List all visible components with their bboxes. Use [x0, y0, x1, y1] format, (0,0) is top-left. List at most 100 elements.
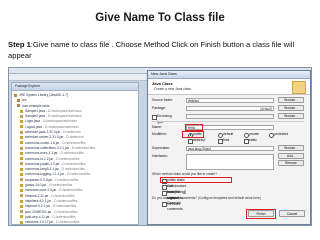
finish-highlight — [246, 208, 276, 219]
tree-item-label: Sample1.java — [25, 108, 45, 113]
package-icon — [17, 98, 20, 102]
tree-item-path: - D:/selenium/libs — [40, 225, 66, 226]
tree-item-label: commons-collections-3.2.1.jar — [25, 145, 69, 150]
tree-item-path: - D:/selenium/libs — [49, 204, 77, 209]
tree-item-path: - D:/selenium — [63, 135, 84, 140]
stubs-question: Which method stubs would you like to cre… — [152, 172, 217, 176]
final-label: final — [223, 138, 230, 142]
jar-icon — [20, 157, 23, 161]
jar-icon — [20, 204, 23, 208]
tree-item-path: - D:/selenium/libs — [53, 156, 80, 161]
tree-item-label: commons-codec-1.6.jar — [25, 140, 60, 145]
enclosing-browse-button[interactable]: Browse... — [278, 113, 304, 119]
source-folder-label: Source folder: — [152, 98, 174, 102]
slide-title: Give Name To Class file — [95, 12, 225, 24]
jar-icon — [20, 173, 23, 177]
package-browse-button[interactable]: Browse... — [278, 105, 304, 111]
package-field[interactable]: (default) — [186, 105, 274, 111]
new-class-dialog: New Java Class Java Class Create a new J… — [147, 70, 311, 225]
dialog-header-subtitle: Create a new Java class. — [154, 87, 192, 91]
package-label: Package: — [152, 106, 167, 110]
jar-icon — [20, 109, 23, 113]
jar-icon — [20, 167, 23, 171]
tree-item-label: selenium-java-2.31.0.jar — [25, 130, 61, 135]
tree-item-label: Logout.java — [25, 124, 43, 129]
jar-icon — [20, 183, 23, 187]
tree-item-path: - D:/selenium/libs — [51, 209, 78, 214]
interfaces-list[interactable] — [186, 153, 274, 170]
modifiers-label: Modifiers: — [152, 132, 167, 136]
cancel-button[interactable]: Cancel — [279, 210, 305, 217]
jar-icon — [20, 210, 23, 214]
tree-item-label: commons-exec-1.1.jar — [25, 151, 58, 156]
name-label: Name: — [152, 125, 162, 129]
step-text: :Give name to class file . Choose Method… — [8, 40, 295, 60]
package-explorer: Package Explorer JRE System Library [Jav… — [11, 82, 139, 225]
comments-label: Generate comments — [167, 201, 183, 211]
dialog-title-bar: New Java Class — [148, 71, 310, 79]
tree-item-path: - D:/selenium/libs — [49, 214, 76, 219]
step-label: Step 1 — [8, 40, 31, 49]
tree-item-path: - D:/workspace/selenium — [44, 108, 82, 113]
jar-icon — [20, 178, 23, 182]
tree-item-label: htmlunit-2.11.jar — [25, 193, 49, 198]
superclass-browse-button[interactable]: Browse... — [278, 145, 304, 151]
tree-item-label: httpclient-4.2.1.jar — [25, 198, 52, 203]
tree-item-label: Sample2.java — [25, 114, 45, 119]
jar-icon — [20, 125, 23, 129]
tree-item-label: nekohtml-1.9.17.jar — [25, 220, 54, 225]
tree-item-path: - D:/selenium/libs — [53, 220, 80, 225]
tree-item-path: - D:/selenium — [60, 130, 81, 135]
jar-icon — [20, 114, 23, 118]
tree-item[interactable]: sac-1.3.jar - D:/selenium/libs — [14, 225, 136, 226]
tree-item-label: httpcore-4.2.1.jar — [25, 204, 50, 209]
tree-item-path: - D:/selenium/libs — [59, 161, 86, 166]
name-highlight — [185, 123, 203, 131]
dialog-header-title: Java Class — [152, 81, 173, 86]
tree-item-path: - D:/workspace/selenium — [40, 119, 78, 124]
tree-item-label: guava-14.0.jar — [25, 183, 47, 188]
explorer-tree: JRE System Library [JavaSE-1.7] src com.ex… — [14, 93, 136, 226]
jar-icon — [20, 188, 23, 192]
jar-icon — [20, 194, 23, 198]
superclass-label: Superclass: — [152, 146, 170, 150]
tree-item-path: - D:/selenium/libs — [64, 172, 91, 177]
source-folder-browse-button[interactable]: Browse... — [278, 97, 304, 103]
tree-item-path: - D:/workspace/selenium — [44, 114, 82, 119]
jar-icon — [20, 199, 23, 203]
tree-item-label: commons-io-2.2.jar — [25, 156, 54, 161]
tree-item-path: - D:/selenium/libs — [58, 167, 85, 172]
public-highlight — [182, 131, 204, 138]
tree-item-label: com.example.tests — [22, 103, 50, 108]
tree-item-label: cssparser-0.9.8.jar — [25, 177, 53, 182]
jar-icon — [20, 162, 23, 166]
tree-item-label: selenium-server-2.31.0.jar — [25, 135, 64, 140]
jar-icon — [20, 151, 23, 155]
tree-item-label: hamcrest-core-1.3.jar — [25, 188, 57, 193]
package-default-hint: (default) — [260, 106, 272, 111]
abstract-label: abstract — [193, 138, 206, 142]
tree-item-label: commons-lang3-3.1.jar — [25, 167, 59, 172]
enclosing-field[interactable] — [186, 113, 274, 119]
source-folder-field[interactable]: Wiki/src — [186, 97, 274, 103]
protected-label: protected — [274, 132, 289, 136]
superclass-field[interactable]: java.lang.Object — [186, 145, 274, 151]
tree-item-label: commons-jxpath-1.3.jar — [25, 161, 60, 166]
tree-item-path: - D:/selenium/libs — [68, 145, 95, 150]
tree-item-label: src — [22, 98, 27, 103]
tree-item-label: Login.java — [25, 119, 41, 124]
jar-icon — [20, 130, 23, 134]
tree-item-label: sac-1.3.jar — [25, 225, 40, 226]
dialog-header: Java Class Create a new Java class. — [148, 79, 310, 95]
interfaces-label: Interfaces: — [152, 154, 168, 158]
interfaces-remove-button[interactable]: Remove — [278, 160, 304, 166]
package-explorer-header: Package Explorer — [12, 83, 138, 91]
interfaces-add-button[interactable]: Add... — [278, 153, 304, 159]
tree-item-path: - D:/selenium/libs — [51, 198, 78, 203]
tree-item-label: JRE System Library [JavaSE-1.7] — [19, 93, 68, 97]
package-icon — [17, 104, 20, 108]
jar-icon — [20, 220, 23, 224]
tree-item-path: - D:/selenium/libs — [48, 193, 75, 198]
jar-icon — [20, 146, 23, 150]
separator — [152, 121, 304, 122]
